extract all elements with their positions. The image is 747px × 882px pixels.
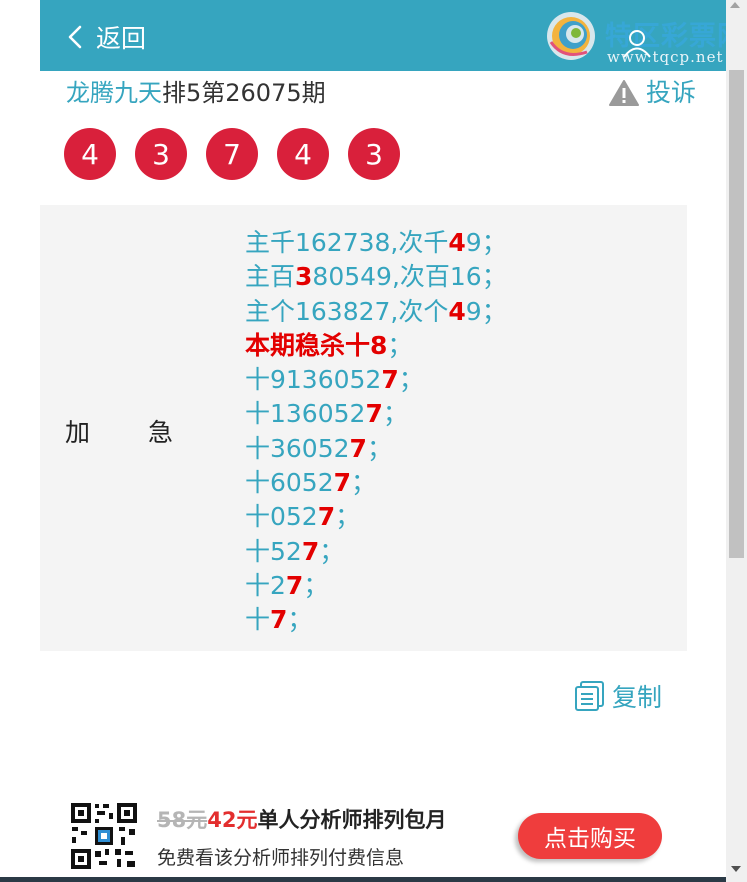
- page: 返回 特区彩票网 www.tqcp.net 龙腾九天排5第26075期 投诉 4…: [40, 0, 744, 882]
- qr-code-icon: [69, 801, 139, 871]
- line-text: 主个163827,次个: [245, 296, 449, 326]
- prediction-line: 主千162738,次千49；: [245, 226, 507, 260]
- line-text: 主千162738,次千: [245, 228, 449, 257]
- line-text: ；: [366, 433, 392, 463]
- copy-label: 复制: [612, 683, 663, 712]
- chevron-left-icon: [68, 25, 82, 49]
- prediction-lines: 主千162738,次千49； 主百380549,次百16； 主个163827,次个4…: [245, 226, 507, 638]
- complain-button[interactable]: 投诉: [608, 75, 696, 111]
- user-icon[interactable]: [620, 28, 654, 58]
- promo-subtitle: 免费看该分析师排列付费信息: [157, 847, 405, 869]
- line-text: ；: [351, 468, 377, 498]
- highlight-number: 7: [285, 570, 304, 600]
- prediction-line: 主百380549,次百16；: [245, 260, 507, 294]
- prediction-line: 本期稳杀十8；: [245, 329, 507, 363]
- prediction-line: 十91360527；: [245, 363, 507, 397]
- line-text: 80549,次百16；: [312, 262, 507, 292]
- prediction-line: 十0527；: [245, 500, 507, 534]
- promo-banner: 58元42元单人分析师排列包月 免费看该分析师排列付费信息 点击购买: [40, 790, 726, 882]
- prediction-line: 十527；: [245, 535, 507, 569]
- prediction-line: 十1360527；: [245, 397, 507, 431]
- highlight-number: 7: [317, 502, 336, 532]
- result-ball: 7: [206, 128, 258, 180]
- warning-icon: [608, 80, 639, 106]
- promo-title: 58元42元单人分析师排列包月: [157, 804, 446, 834]
- line-text: 十52: [245, 536, 302, 566]
- highlight-number: 7: [301, 536, 320, 566]
- header-bar: 返回 特区彩票网 www.tqcp.net: [40, 0, 744, 71]
- highlight-number: 4: [448, 228, 466, 257]
- prediction-line: 十27；: [245, 569, 507, 603]
- line-text: 十6052: [245, 468, 334, 498]
- line-text: 十36052: [245, 433, 350, 463]
- line-text: ；: [387, 330, 413, 360]
- complain-label: 投诉: [645, 78, 696, 107]
- line-text: ；: [335, 502, 361, 532]
- back-button[interactable]: 返回: [66, 20, 146, 54]
- highlight-number: 4: [448, 296, 466, 326]
- result-ball: 4: [277, 128, 329, 180]
- back-label: 返回: [96, 24, 147, 53]
- page-title: 龙腾九天排5第26075期: [66, 75, 696, 111]
- line-text: 十052: [245, 502, 318, 532]
- scroll-thumb[interactable]: [729, 70, 744, 558]
- promo-product: 单人分析师排列包月: [257, 808, 447, 832]
- line-text: 9；: [465, 296, 507, 326]
- vertical-scrollbar[interactable]: [726, 0, 747, 882]
- highlight-number: 3: [295, 262, 313, 292]
- old-price: 58元: [157, 808, 208, 832]
- new-price: 42元: [207, 808, 258, 832]
- copy-icon: [575, 681, 604, 711]
- line-text: ；: [382, 399, 408, 429]
- line-text: 十9136052: [245, 365, 382, 395]
- buy-button[interactable]: 点击购买: [518, 813, 662, 859]
- prediction-line: 十7；: [245, 603, 507, 637]
- line-text: ；: [287, 605, 313, 635]
- scroll-up-arrow-icon[interactable]: [730, 2, 740, 8]
- prediction-line: 主个163827,次个49；: [245, 295, 507, 329]
- prediction-line: 十360527；: [245, 432, 507, 466]
- result-ball: 4: [64, 128, 116, 180]
- line-text: 十: [245, 605, 271, 635]
- highlight-number: 7: [365, 399, 383, 429]
- result-balls: 4 3 7 4 3: [64, 128, 419, 180]
- category-label: 加急: [65, 418, 174, 447]
- highlight-number: 7: [333, 468, 352, 498]
- line-text: 主百: [245, 262, 296, 292]
- prediction-line: 十60527；: [245, 466, 507, 500]
- bottom-strip: [0, 877, 726, 882]
- line-text: ；: [303, 570, 329, 600]
- issue-label: 排5第26075期: [162, 79, 326, 107]
- line-text: 十2: [245, 570, 286, 600]
- highlight-number: 7: [270, 605, 288, 635]
- prediction-content: 加急 主千162738,次千49； 主百380549,次百16； 主个163827,…: [40, 205, 687, 651]
- result-ball: 3: [348, 128, 400, 180]
- line-text: 9；: [465, 228, 507, 257]
- highlight-number: 本期稳杀十8: [245, 330, 388, 360]
- author-name[interactable]: 龙腾九天: [66, 79, 162, 107]
- highlight-number: 7: [381, 365, 399, 395]
- copy-button[interactable]: 复制: [573, 678, 662, 714]
- line-text: ；: [319, 536, 345, 566]
- highlight-number: 7: [349, 433, 367, 463]
- line-text: 十136052: [245, 399, 366, 429]
- logo-swirl-icon: [547, 12, 595, 60]
- title-row: 龙腾九天排5第26075期 投诉: [66, 75, 696, 111]
- scroll-down-arrow-icon[interactable]: [731, 866, 741, 872]
- line-text: ；: [398, 365, 424, 395]
- result-ball: 3: [135, 128, 187, 180]
